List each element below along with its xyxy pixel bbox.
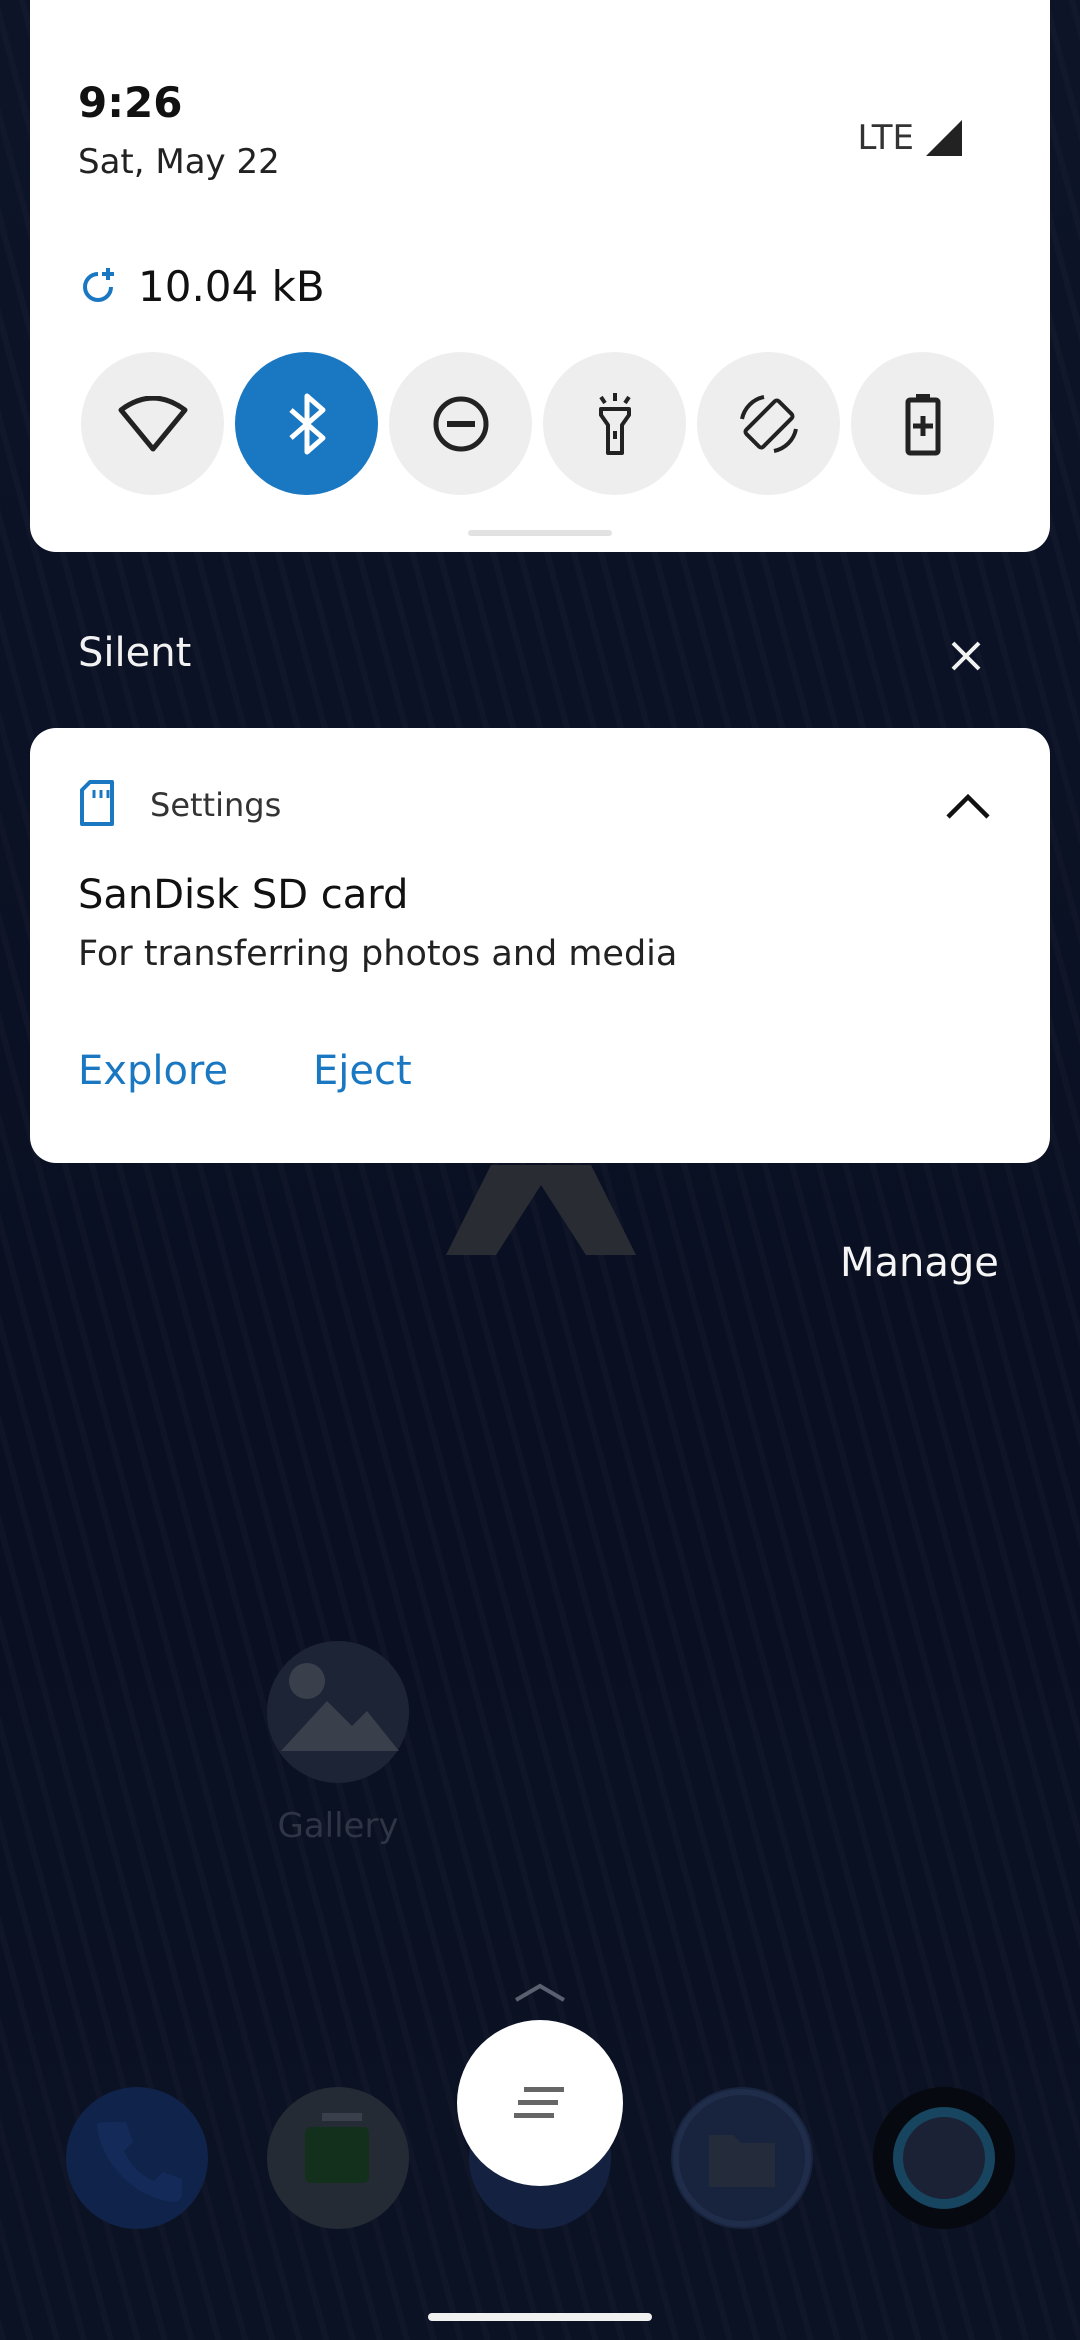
silent-section-header: Silent <box>78 630 192 676</box>
files-app-icon[interactable] <box>671 2087 813 2229</box>
quick-settings-tiles <box>81 352 994 495</box>
network-status: LTE <box>857 118 964 158</box>
manage-notifications-button[interactable]: Manage <box>840 1240 999 1286</box>
tile-bluetooth[interactable] <box>235 352 378 495</box>
data-usage-amount: 10.04 kB <box>138 262 325 311</box>
phone-icon <box>97 2122 182 2202</box>
dismiss-silent-button[interactable] <box>940 630 992 682</box>
wallpaper-shape <box>446 1165 636 1255</box>
gesture-nav-bar[interactable] <box>428 2313 652 2321</box>
tile-auto-rotate[interactable] <box>697 352 840 495</box>
tile-flashlight[interactable] <box>543 352 686 495</box>
notification-title: SanDisk SD card <box>78 872 409 918</box>
assistant-icon <box>893 2107 995 2209</box>
do-not-disturb-icon <box>433 396 488 451</box>
messages-icon <box>305 2113 369 2183</box>
auto-rotate-icon <box>739 394 798 453</box>
quick-settings-panel: 9:26 Sat, May 22 LTE 10.04 kB <box>30 0 1050 552</box>
collapse-notification-button[interactable] <box>940 778 996 834</box>
sd-card-icon <box>80 780 114 826</box>
gallery-app-icon[interactable] <box>267 1641 409 1783</box>
wifi-icon <box>118 395 187 451</box>
clock: 9:26 <box>78 78 183 127</box>
battery-saver-icon <box>905 393 940 455</box>
data-usage[interactable]: 10.04 kB <box>78 262 325 311</box>
folder-icon <box>673 2089 811 2227</box>
assistant-app-icon[interactable] <box>873 2087 1015 2229</box>
tile-battery-saver[interactable] <box>851 352 994 495</box>
notification-text: For transferring photos and media <box>78 934 678 974</box>
tile-do-not-disturb[interactable] <box>389 352 532 495</box>
explore-button[interactable]: Explore <box>78 1048 228 1094</box>
notification-history-button[interactable] <box>457 2020 623 2186</box>
chevron-up-icon[interactable] <box>512 1980 568 2004</box>
sd-card-notification[interactable]: Settings SanDisk SD card For transferrin… <box>30 728 1050 1163</box>
signal-icon <box>926 120 962 156</box>
tile-wifi[interactable] <box>81 352 224 495</box>
gallery-app-label: Gallery <box>277 1806 399 1846</box>
messages-app-icon[interactable] <box>267 2087 409 2229</box>
flashlight-icon <box>598 392 631 455</box>
gallery-icon <box>267 1641 409 1783</box>
eject-button[interactable]: Eject <box>313 1048 412 1094</box>
bluetooth-icon <box>288 393 325 454</box>
clear-all-icon <box>514 2087 564 2118</box>
phone-app-icon[interactable] <box>66 2087 208 2229</box>
chevron-up-icon <box>946 793 990 819</box>
date: Sat, May 22 <box>78 142 280 182</box>
panel-drag-handle[interactable] <box>468 530 612 536</box>
notification-app-name: Settings <box>150 786 282 824</box>
network-type: LTE <box>857 118 914 158</box>
data-saver-icon <box>83 267 114 302</box>
close-icon <box>951 641 981 671</box>
